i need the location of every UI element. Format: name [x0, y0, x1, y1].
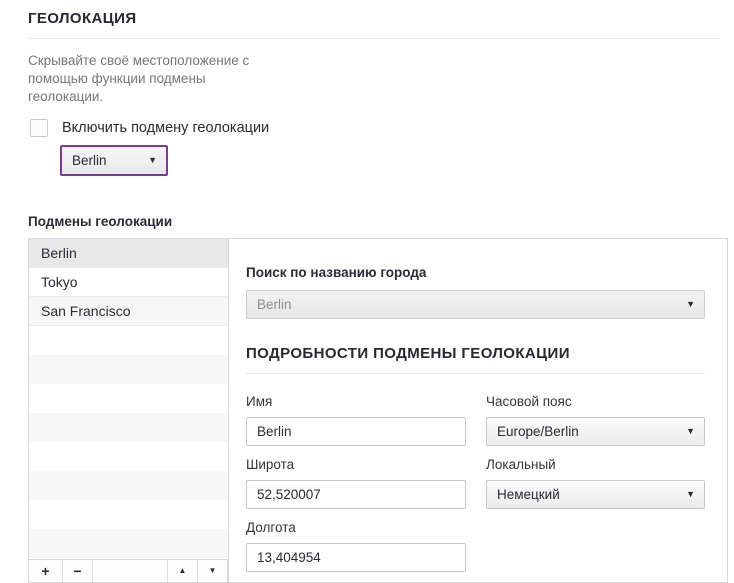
- list-item-label: San Francisco: [41, 303, 130, 319]
- enable-spoof-checkbox[interactable]: [30, 119, 48, 137]
- city-search-value: Berlin: [257, 297, 686, 312]
- longitude-label: Долгота: [246, 520, 466, 535]
- name-field-group: Имя: [246, 394, 466, 446]
- spoof-list-rows: Berlin Tokyo San Francisco: [29, 239, 228, 559]
- page-description: Скрывайте своё местоположение с помощью …: [28, 52, 278, 106]
- details-divider: [246, 373, 705, 374]
- enable-spoof-row: Включить подмену геолокации: [30, 119, 728, 137]
- geolocation-settings-page: ГЕОЛОКАЦИЯ Скрывайте своё местоположение…: [0, 0, 734, 583]
- locale-value: Немецкий: [497, 487, 686, 502]
- spoof-details-form: Поиск по названию города Berlin ▼ ПОДРОБ…: [229, 239, 729, 582]
- city-search-select[interactable]: Berlin ▼: [246, 290, 705, 319]
- list-item-label: Berlin: [41, 245, 77, 261]
- latitude-label: Широта: [246, 457, 466, 472]
- spoof-list: Berlin Tokyo San Francisco + −: [29, 239, 229, 582]
- toolbar-spacer: [93, 560, 168, 582]
- page-title: ГЕОЛОКАЦИЯ: [28, 10, 728, 27]
- latitude-field-group: Широта: [246, 457, 466, 509]
- name-input[interactable]: [246, 417, 466, 446]
- list-item-empty[interactable]: [29, 413, 228, 442]
- chevron-down-icon: ▼: [148, 155, 157, 165]
- city-search-label: Поиск по названию города: [246, 265, 705, 280]
- longitude-input[interactable]: [246, 543, 466, 572]
- list-item-empty[interactable]: [29, 529, 228, 558]
- timezone-value: Europe/Berlin: [497, 424, 686, 439]
- list-item-empty[interactable]: [29, 500, 228, 529]
- name-label: Имя: [246, 394, 466, 409]
- list-item-label: Tokyo: [41, 274, 78, 290]
- header-divider: [28, 38, 720, 39]
- locale-label: Локальный: [486, 457, 705, 472]
- active-location-value: Berlin: [72, 153, 148, 168]
- chevron-down-icon: ▼: [686, 299, 695, 309]
- spoof-list-label: Подмены геолокации: [28, 214, 728, 229]
- list-item-empty[interactable]: [29, 384, 228, 413]
- chevron-down-icon: ▼: [686, 426, 695, 436]
- list-item-empty[interactable]: [29, 326, 228, 355]
- add-location-button[interactable]: +: [29, 560, 63, 582]
- timezone-label: Часовой пояс: [486, 394, 705, 409]
- list-item-tokyo[interactable]: Tokyo: [29, 268, 228, 297]
- chevron-down-icon: ▼: [686, 489, 695, 499]
- list-item-empty[interactable]: [29, 471, 228, 500]
- list-item-berlin[interactable]: Berlin: [29, 239, 228, 268]
- longitude-field-group: Долгота: [246, 520, 466, 572]
- list-item-san-francisco[interactable]: San Francisco: [29, 297, 228, 326]
- timezone-select[interactable]: Europe/Berlin ▼: [486, 417, 705, 446]
- spoof-panel: Berlin Tokyo San Francisco + −: [28, 238, 728, 583]
- timezone-field-group: Часовой пояс Europe/Berlin ▼: [486, 394, 705, 446]
- enable-spoof-label: Включить подмену геолокации: [62, 120, 269, 136]
- move-up-button[interactable]: ▲: [168, 560, 198, 582]
- move-down-button[interactable]: ▼: [198, 560, 228, 582]
- locale-field-group: Локальный Немецкий ▼: [486, 457, 705, 509]
- latitude-input[interactable]: [246, 480, 466, 509]
- list-item-empty[interactable]: [29, 442, 228, 471]
- list-toolbar: + − ▲ ▼: [29, 559, 228, 582]
- details-heading: ПОДРОБНОСТИ ПОДМЕНЫ ГЕОЛОКАЦИИ: [246, 345, 705, 362]
- details-grid: Имя Часовой пояс Europe/Berlin ▼ Широта: [246, 394, 705, 572]
- locale-select[interactable]: Немецкий ▼: [486, 480, 705, 509]
- list-item-empty[interactable]: [29, 355, 228, 384]
- active-location-select[interactable]: Berlin ▼: [60, 145, 168, 176]
- remove-location-button[interactable]: −: [63, 560, 93, 582]
